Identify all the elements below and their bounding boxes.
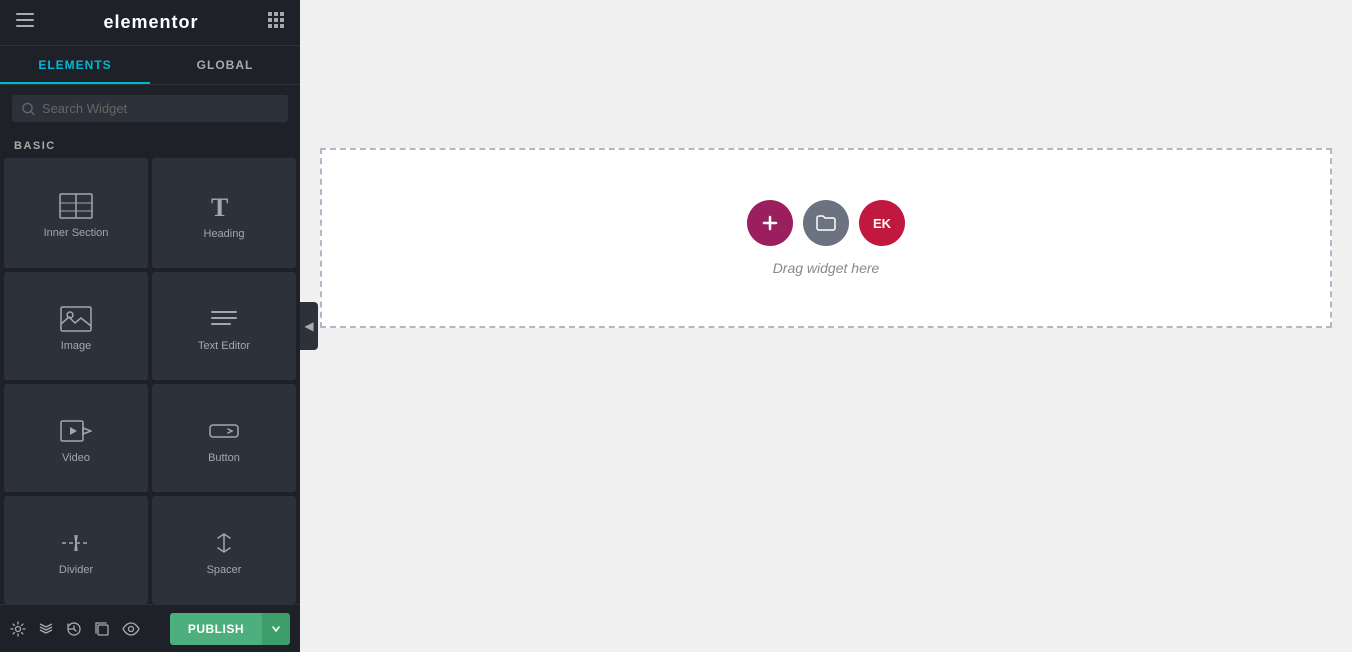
logo: elementor	[103, 12, 198, 33]
tab-elements[interactable]: ELEMENTS	[0, 46, 150, 84]
sidebar: elementor ELEMENTS GLOBAL	[0, 0, 300, 652]
history-icon[interactable]	[66, 621, 82, 637]
heading-icon: T	[209, 192, 239, 220]
widget-inner-section[interactable]: Inner Section	[4, 158, 148, 268]
video-icon	[60, 418, 92, 444]
drop-zone: EK Drag widget here	[320, 148, 1332, 328]
search-wrap	[12, 95, 288, 122]
widget-divider[interactable]: Divider	[4, 496, 148, 604]
divider-icon	[60, 530, 92, 556]
section-label-basic: BASIC	[0, 132, 300, 158]
duplicate-icon[interactable]	[94, 621, 110, 637]
apps-icon[interactable]	[268, 12, 284, 33]
drop-zone-buttons: EK	[747, 200, 905, 246]
widget-image[interactable]: Image	[4, 272, 148, 380]
widget-spacer[interactable]: Spacer	[152, 496, 296, 604]
svg-text:T: T	[211, 193, 228, 220]
search-input[interactable]	[42, 101, 278, 116]
widget-divider-label: Divider	[59, 564, 93, 576]
widget-button-label: Button	[208, 452, 240, 464]
widget-button[interactable]: Button	[152, 384, 296, 492]
widget-heading-label: Heading	[204, 228, 245, 240]
publish-button[interactable]: PUBLISH	[170, 613, 290, 645]
collapse-handle[interactable]: ◀	[300, 302, 318, 350]
ek-label: EK	[873, 216, 891, 231]
widget-spacer-label: Spacer	[207, 564, 242, 576]
button-icon	[208, 418, 240, 444]
drop-text: Drag widget here	[773, 260, 880, 276]
widget-heading[interactable]: T Heading	[152, 158, 296, 268]
text-editor-icon	[208, 306, 240, 332]
widget-video-label: Video	[62, 452, 90, 464]
search-icon	[22, 102, 35, 116]
image-icon	[60, 306, 92, 332]
widget-grid: Inner Section T Heading Image	[0, 158, 300, 604]
canvas: ◀ EK Drag widget here	[300, 0, 1352, 652]
spacer-icon	[208, 530, 240, 556]
sidebar-bottom: PUBLISH	[0, 604, 300, 652]
tab-global[interactable]: GLOBAL	[150, 46, 300, 84]
template-button[interactable]	[803, 200, 849, 246]
inner-section-icon	[59, 193, 93, 219]
ek-button[interactable]: EK	[859, 200, 905, 246]
publish-arrow-btn[interactable]	[262, 613, 290, 645]
widget-text-editor-label: Text Editor	[198, 340, 250, 352]
layers-icon[interactable]	[38, 621, 54, 637]
sidebar-tabs: ELEMENTS GLOBAL	[0, 46, 300, 85]
eye-icon[interactable]	[122, 622, 140, 636]
widget-image-label: Image	[61, 340, 92, 352]
widget-video[interactable]: Video	[4, 384, 148, 492]
widget-inner-section-label: Inner Section	[44, 227, 109, 239]
sidebar-search	[0, 85, 300, 132]
add-section-button[interactable]	[747, 200, 793, 246]
collapse-icon: ◀	[304, 319, 313, 333]
hamburger-icon[interactable]	[16, 13, 34, 32]
publish-main-btn[interactable]: PUBLISH	[170, 613, 262, 645]
widget-text-editor[interactable]: Text Editor	[152, 272, 296, 380]
gear-icon[interactable]	[10, 621, 26, 637]
sidebar-header: elementor	[0, 0, 300, 46]
